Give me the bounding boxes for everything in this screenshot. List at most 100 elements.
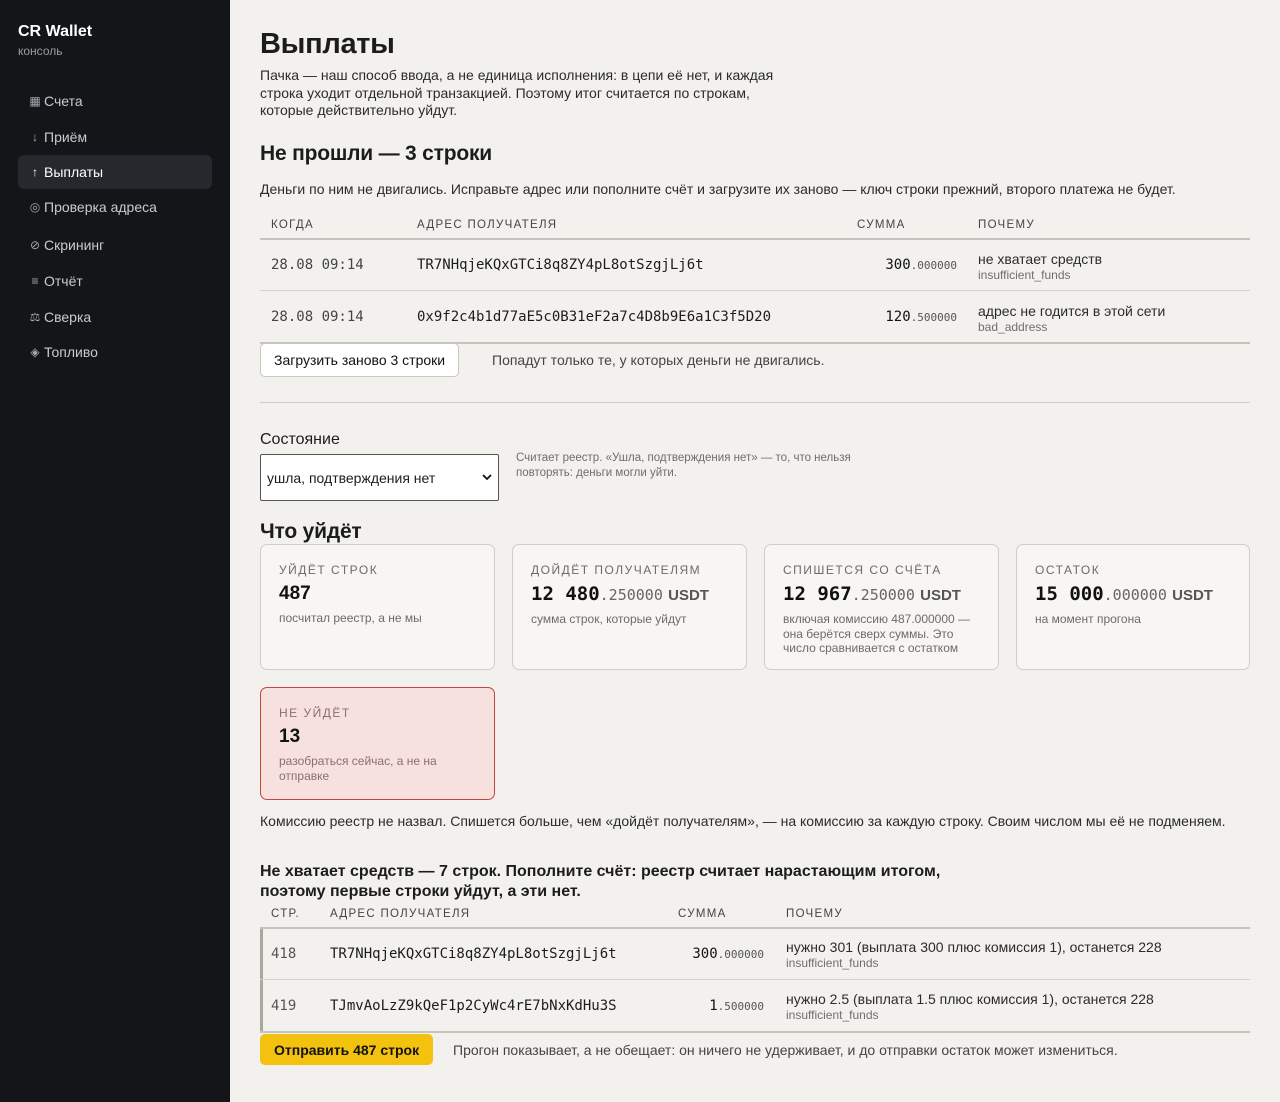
card-label: Дойдёт получателям — [531, 563, 702, 577]
target-icon: ◎ — [29, 200, 41, 214]
card-value-integer: 12 967 — [783, 583, 852, 605]
column-header: Сумма — [857, 219, 906, 231]
sidebar-item-label: Топливо — [44, 344, 98, 360]
row-reason-code: bad_address — [978, 320, 1048, 334]
sidebar-item-fuel[interactable]: ◈ Топливо — [18, 335, 212, 369]
insufficient-heading: Не хватает средств — 7 строк. Пополните … — [260, 863, 941, 900]
state-select[interactable]: ушла, подтверждения нет — [260, 454, 499, 501]
row-reason-code: insufficient_funds — [786, 1008, 879, 1022]
card-not-going: Не уйдёт 13 разобраться сейчас, а не на … — [260, 687, 495, 800]
row-reason: адрес не годится в этой сети — [978, 303, 1166, 319]
card-rows-out: Уйдёт строк 487 посчитал реестр, а не мы — [260, 544, 495, 670]
card-subtext: сумма строк, которые уйдут — [531, 612, 687, 626]
row-reason: нужно 2.5 (выплата 1.5 плюс комиссия 1),… — [786, 991, 1154, 1007]
row-address[interactable]: TR7NHqjeKQxGTCi8q8ZY4pL8otSzgjLj6t — [417, 257, 704, 273]
arrow-up-icon: ↑ — [32, 165, 38, 179]
row-address[interactable]: TJmvAoLzZ9kQeF1p2CyWc4rE7bNxKdHu3S — [330, 998, 617, 1014]
reload-rows-button[interactable]: Загрузить заново 3 строки — [260, 343, 460, 377]
card-balance: Остаток 15 000.000000 USDT на момент про… — [1016, 544, 1250, 670]
amount-integer: 300 — [885, 257, 911, 273]
card-label: Не уйдёт — [279, 706, 351, 720]
send-button[interactable]: Отправить 487 строк — [260, 1034, 434, 1065]
sidebar-item-label: Скрининг — [44, 237, 105, 253]
row-line-number: 419 — [271, 998, 297, 1014]
card-debited: Спишется со счёта 12 967.250000 USDT вкл… — [764, 544, 999, 670]
card-value-decimal: .000000 — [1103, 586, 1167, 604]
sidebar-item-screening[interactable]: ⊘ Скрининг — [18, 228, 212, 262]
sidebar-item-label: Проверка адреса — [44, 199, 157, 215]
row-date: 28.08 09:14 — [271, 309, 364, 325]
card-delivered: Дойдёт получателям 12 480.250000 USDT су… — [512, 544, 747, 670]
card-subtext: на момент прогона — [1035, 612, 1141, 626]
card-value-integer: 487 — [279, 583, 311, 604]
divider — [260, 238, 1250, 240]
row-marker — [260, 980, 263, 1031]
grid-icon: ▦ — [29, 94, 41, 108]
row-amount: 300.000000 — [885, 257, 957, 273]
card-value: 13 — [279, 726, 301, 747]
sidebar: CR Wallet консоль ▦ Счета ↓ Приём ↑ Выпл… — [0, 0, 230, 1102]
state-label: Состояние — [260, 431, 340, 448]
brand-title[interactable]: CR Wallet — [18, 23, 92, 41]
card-value-integer: 12 480 — [531, 583, 600, 605]
state-hint: Считает реестр. «Ушла, подтверждения нет… — [516, 452, 851, 479]
page-intro: Пачка — наш способ ввода, а не единица и… — [260, 67, 774, 118]
divider — [260, 927, 1250, 929]
amount-decimal: .500000 — [717, 1000, 764, 1013]
arrow-down-icon: ↓ — [32, 130, 38, 144]
state-select-value: ушла, подтверждения нет — [267, 469, 436, 486]
card-subtext: разобраться сейчас, а не на отправке — [279, 754, 437, 783]
card-value: 12 967.250000 USDT — [783, 583, 980, 606]
divider — [260, 979, 1250, 980]
amount-decimal: .000000 — [910, 259, 957, 272]
section-divider — [260, 402, 1250, 403]
column-header: Адрес получателя — [417, 219, 558, 231]
page-title: Выплаты — [260, 28, 395, 60]
row-address[interactable]: 0x9f2c4b1d77aE5c0B31eF2a7c4D8b9E6a1C3f5D… — [417, 309, 771, 325]
brand-subtitle: консоль — [18, 44, 63, 58]
sidebar-item-label: Приём — [44, 129, 88, 145]
row-reason: не хватает средств — [978, 251, 1103, 267]
no-entry-icon: ⊘ — [29, 238, 41, 252]
failed-heading: Не прошли — 3 строки — [260, 142, 492, 165]
card-unit: USDT — [668, 587, 709, 604]
card-value: 12 480.250000 USDT — [531, 583, 728, 606]
chevron-down-icon — [482, 470, 492, 484]
card-value: 487 — [279, 583, 476, 605]
row-reason-code: insufficient_funds — [978, 268, 1071, 282]
sidebar-item-reconciliation[interactable]: ⚖ Сверка — [18, 300, 212, 334]
column-header: Почему — [978, 219, 1035, 231]
sidebar-item-receive[interactable]: ↓ Приём — [18, 120, 212, 154]
sidebar-item-report[interactable]: ≡ Отчёт — [18, 264, 212, 298]
card-unit: USDT — [920, 587, 961, 604]
row-line-number: 418 — [271, 946, 297, 962]
amount-integer: 1 — [709, 998, 718, 1014]
column-header: Почему — [786, 908, 843, 920]
row-reason: нужно 301 (выплата 300 плюс комиссия 1),… — [786, 939, 1162, 955]
sidebar-item-payouts[interactable]: ↑ Выплаты — [18, 155, 212, 189]
card-value-decimal: .250000 — [599, 586, 663, 604]
card-value-decimal: .250000 — [851, 586, 915, 604]
sidebar-item-address-check[interactable]: ◎ Проверка адреса — [18, 190, 212, 224]
column-header: Стр. — [271, 908, 300, 920]
sidebar-item-accounts[interactable]: ▦ Счета — [18, 84, 212, 118]
card-label: Спишется со счёта — [783, 563, 942, 577]
footer-note: Прогон показывает, а не обещает: он ниче… — [453, 1042, 1118, 1058]
card-subtext: включая комиссию 487.000000 — она берётс… — [783, 612, 971, 655]
sidebar-item-label: Сверка — [44, 309, 92, 325]
card-value: 15 000.000000 USDT — [1035, 583, 1231, 606]
outgoing-heading: Что уйдёт — [260, 520, 362, 543]
divider — [260, 290, 1250, 291]
row-marker — [260, 929, 263, 979]
card-label: Остаток — [1035, 563, 1101, 577]
card-unit: USDT — [1172, 587, 1213, 604]
amount-decimal: .500000 — [910, 311, 957, 324]
amount-decimal: .000000 — [717, 948, 764, 961]
divider — [260, 1031, 1250, 1033]
amount-integer: 300 — [692, 946, 718, 962]
column-header: Сумма — [678, 908, 727, 920]
row-amount: 300.000000 — [692, 946, 764, 962]
row-address[interactable]: TR7NHqjeKQxGTCi8q8ZY4pL8otSzgjLj6t — [330, 946, 617, 962]
row-date: 28.08 09:14 — [271, 257, 364, 273]
row-amount: 1.500000 — [709, 998, 764, 1014]
